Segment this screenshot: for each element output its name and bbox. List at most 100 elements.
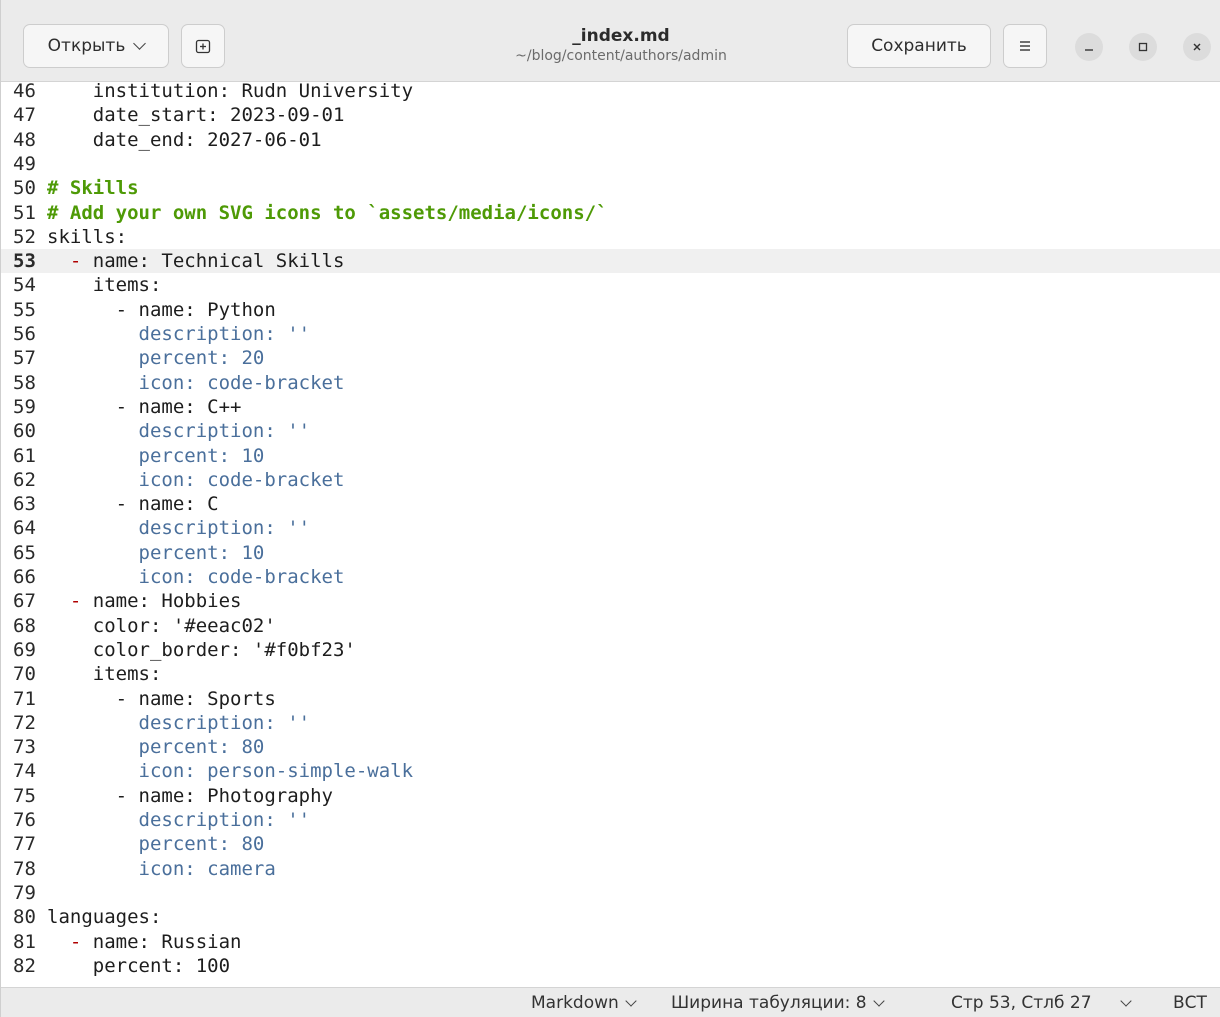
code-line[interactable]: 57 percent: 20 xyxy=(1,346,1220,370)
code-line[interactable]: 63 - name: C xyxy=(1,492,1220,516)
line-number: 78 xyxy=(13,857,36,880)
chevron-down-icon xyxy=(872,994,885,1007)
line-code: color: '#eeac02' xyxy=(47,614,276,638)
code-line[interactable]: 48 date_end: 2027-06-01 xyxy=(1,128,1220,152)
maximize-button[interactable] xyxy=(1129,33,1157,61)
code-line[interactable]: 60 description: '' xyxy=(1,419,1220,443)
current-line[interactable]: 53 - name: Technical Skills xyxy=(1,249,1220,274)
line-code: icon: code-bracket xyxy=(47,371,345,395)
line-number: 68 xyxy=(13,614,36,637)
new-tab-button[interactable] xyxy=(181,24,225,68)
code-line[interactable]: 61 percent: 10 xyxy=(1,444,1220,468)
line-number: 55 xyxy=(13,298,36,321)
line-number: 58 xyxy=(13,371,36,394)
line-number: 53 xyxy=(13,250,36,273)
line-number: 50 xyxy=(13,177,36,200)
code-token: - name: Photography xyxy=(47,784,333,807)
code-line[interactable]: 82 percent: 100 xyxy=(1,954,1220,978)
line-number: 54 xyxy=(13,274,36,297)
line-number: 66 xyxy=(13,566,36,588)
code-line[interactable]: 46 institution: Rudn University xyxy=(1,82,1220,103)
code-token: color: '#eeac02' xyxy=(47,614,276,637)
line-code: icon: person-simple-walk xyxy=(47,759,414,783)
code-line[interactable]: 55 - name: Python xyxy=(1,298,1220,322)
code-token: items: xyxy=(47,274,162,297)
line-number: 80 xyxy=(13,906,36,929)
header-bar: Открыть _index.md ~/blog/content/authors… xyxy=(1,0,1220,82)
language-selector[interactable]: Markdown xyxy=(531,993,637,1013)
code-line[interactable]: 75 - name: Photography xyxy=(1,784,1220,808)
code-line[interactable]: 67 - name: Hobbies xyxy=(1,589,1220,613)
line-code: - name: Hobbies xyxy=(47,589,242,613)
code-line[interactable]: 80 languages: xyxy=(1,905,1220,929)
line-code: institution: Rudn University xyxy=(47,82,413,103)
code-line[interactable]: 69 color_border: '#f0bf23' xyxy=(1,638,1220,662)
line-number: 64 xyxy=(13,517,36,540)
chevron-down-icon xyxy=(1119,994,1132,1007)
code-line[interactable]: 52 skills: xyxy=(1,225,1220,249)
code-line[interactable]: 68 color: '#eeac02' xyxy=(1,614,1220,638)
code-line[interactable]: 56 description: '' xyxy=(1,322,1220,346)
code-line[interactable]: 71 - name: Sports xyxy=(1,687,1220,711)
code-line[interactable]: 50 # Skills xyxy=(1,176,1220,200)
code-token: percent: 10 xyxy=(138,541,265,564)
code-line[interactable]: 78 icon: camera xyxy=(1,857,1220,881)
tab-width-selector[interactable]: Ширина табуляции: 8 xyxy=(671,993,885,1013)
code-line[interactable]: 49 xyxy=(1,152,1220,176)
code-token: - name: C xyxy=(47,493,219,516)
code-token: - xyxy=(69,250,82,273)
line-code: percent: 80 xyxy=(47,735,265,759)
line-number: 48 xyxy=(13,128,36,151)
code-line[interactable]: 58 icon: code-bracket xyxy=(1,371,1220,395)
line-number: 60 xyxy=(13,420,36,443)
code-line[interactable]: 70 items: xyxy=(1,662,1220,686)
insert-mode-indicator[interactable]: ВСТ xyxy=(1173,993,1207,1013)
editor-window: Открыть _index.md ~/blog/content/authors… xyxy=(0,0,1220,1017)
code-line[interactable]: 59 - name: C++ xyxy=(1,395,1220,419)
code-line[interactable]: 81 - name: Russian xyxy=(1,930,1220,954)
close-icon xyxy=(1193,43,1201,51)
line-number: 73 xyxy=(13,736,36,759)
language-label: Markdown xyxy=(531,993,619,1013)
line-number: 81 xyxy=(13,930,36,953)
code-token: - xyxy=(69,590,82,613)
close-button[interactable] xyxy=(1183,33,1211,61)
menu-button[interactable] xyxy=(1003,24,1047,68)
line-code: percent: 100 xyxy=(47,954,230,978)
line-number: 57 xyxy=(13,347,36,370)
open-button[interactable]: Открыть xyxy=(23,24,169,68)
code-line[interactable]: 76 description: '' xyxy=(1,808,1220,832)
line-number: 67 xyxy=(13,590,36,613)
code-line[interactable]: 51 # Add your own SVG icons to `assets/me… xyxy=(1,201,1220,225)
code-line[interactable]: 72 description: '' xyxy=(1,711,1220,735)
code-line[interactable]: 54 items: xyxy=(1,273,1220,297)
code-line[interactable]: 73 percent: 80 xyxy=(1,735,1220,759)
save-button[interactable]: Сохранить xyxy=(847,24,991,68)
cursor-position-selector[interactable]: Стр 53, Стлб 27 xyxy=(951,993,1132,1013)
line-code: description: '' xyxy=(47,419,311,443)
chevron-down-icon xyxy=(133,37,147,50)
line-number: 71 xyxy=(13,687,36,710)
line-code: - name: Sports xyxy=(47,687,276,711)
code-line[interactable]: 74 icon: person-simple-walk xyxy=(1,759,1220,783)
code-token: icon: code-bracket xyxy=(138,566,345,588)
code-line[interactable]: 79 xyxy=(1,881,1220,905)
line-number: 75 xyxy=(13,784,36,807)
code-line[interactable]: 64 description: '' xyxy=(1,516,1220,540)
code-line[interactable]: 66 icon: code-bracket xyxy=(1,565,1220,589)
minimize-button[interactable] xyxy=(1075,33,1103,61)
code-line[interactable]: 62 icon: code-bracket xyxy=(1,468,1220,492)
text-editor-area[interactable]: 46 institution: Rudn University 47 date_s… xyxy=(1,82,1220,987)
code-line[interactable]: 77 percent: 80 xyxy=(1,832,1220,856)
code-line[interactable]: 47 date_start: 2023-09-01 xyxy=(1,103,1220,127)
insert-mode-label: ВСТ xyxy=(1173,993,1207,1013)
line-code: languages: xyxy=(47,905,161,929)
code-line[interactable]: 65 percent: 10 xyxy=(1,541,1220,565)
